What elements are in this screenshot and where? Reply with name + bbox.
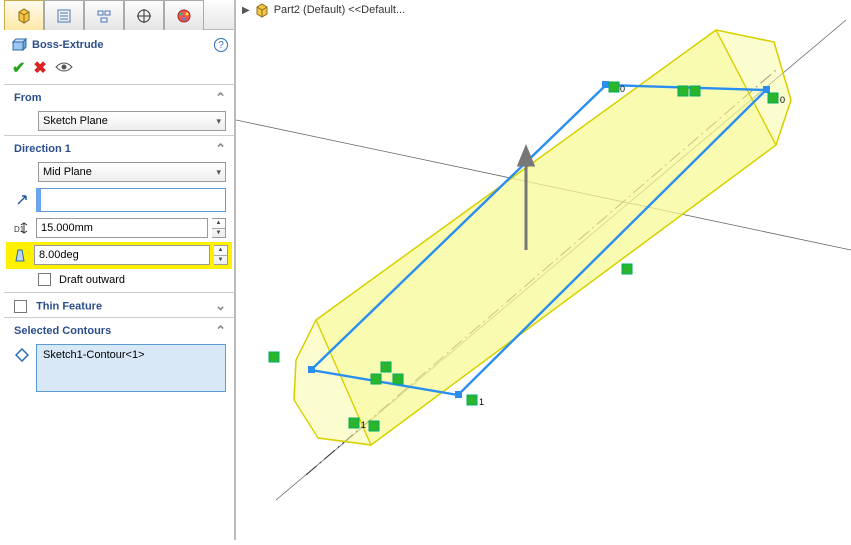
tab-dimxpert-manager[interactable] (124, 0, 164, 30)
svg-text:1: 1 (479, 397, 484, 407)
contour-icon (12, 348, 32, 362)
from-condition-value: Sketch Plane (43, 115, 108, 127)
help-icon[interactable]: ? (214, 38, 228, 52)
from-section: From ⌃ Sketch Plane ▾ (4, 85, 234, 136)
part-icon (254, 2, 270, 18)
thin-feature-checkbox[interactable] (14, 300, 27, 313)
direction-vector-field[interactable] (36, 188, 226, 212)
breadcrumb-text: Part2 (Default) <<Default... (274, 4, 405, 16)
selected-contours-header[interactable]: Selected Contours ⌃ (4, 318, 234, 342)
draft-angle-field[interactable]: 8.00deg (34, 245, 210, 265)
from-label: From (14, 92, 42, 104)
confirmation-row: ✔ ✖ (4, 56, 234, 85)
chevron-right-icon: ▶ (242, 5, 250, 16)
feature-title: Boss-Extrude (32, 39, 214, 51)
direction1-label: Direction 1 (14, 143, 71, 155)
direction1-end-condition-value: Mid Plane (43, 166, 92, 178)
cancel-button[interactable]: ✖ (33, 58, 46, 78)
depth-icon: D1 (12, 221, 32, 235)
model-preview: 0 0 1 1 (236, 0, 851, 542)
chevron-up-icon: ⌃ (215, 141, 226, 157)
chevron-up-icon: ⌃ (215, 90, 226, 106)
depth-field[interactable]: 15.000mm (36, 218, 208, 238)
svg-text:0: 0 (620, 84, 625, 94)
draft-angle-spinner[interactable]: ▲▼ (214, 245, 228, 265)
graphics-viewport[interactable]: ▶ Part2 (Default) <<Default... (236, 0, 851, 542)
svg-text:1: 1 (361, 420, 366, 430)
selected-contours-label: Selected Contours (14, 325, 111, 337)
feature-header: Boss-Extrude ? (4, 30, 234, 56)
draft-angle-value: 8.00deg (39, 249, 79, 261)
reverse-direction-icon[interactable] (12, 193, 32, 207)
list-icon (56, 8, 72, 24)
thin-feature-section: Thin Feature ⌄ (4, 293, 234, 318)
chevron-down-icon: ⌄ (215, 298, 226, 314)
direction1-end-condition-dropdown[interactable]: Mid Plane ▾ (38, 162, 226, 182)
draft-angle-highlight: 8.00deg ▲▼ (6, 242, 232, 269)
preview-toggle[interactable] (55, 60, 73, 76)
extrude-icon (10, 36, 28, 54)
panel-tabbar (4, 0, 234, 30)
cube-icon (15, 7, 33, 25)
depth-spinner[interactable]: ▲▼ (212, 218, 226, 238)
draft-icon[interactable] (10, 247, 30, 263)
contour-item[interactable]: Sketch1-Contour<1> (43, 349, 145, 361)
ok-button[interactable]: ✔ (12, 58, 25, 78)
chevron-up-icon: ⌃ (215, 323, 226, 339)
draft-outward-label: Draft outward (59, 274, 125, 286)
thin-feature-header[interactable]: Thin Feature ⌄ (4, 293, 234, 317)
target-icon (136, 8, 152, 24)
contours-list[interactable]: Sketch1-Contour<1> (36, 344, 226, 392)
selected-contours-section: Selected Contours ⌃ Sketch1-Contour<1> (4, 318, 234, 396)
thin-feature-label: Thin Feature (36, 300, 102, 312)
direction1-section: Direction 1 ⌃ Mid Plane ▾ D1 15.000mm ▲▼ (4, 136, 234, 293)
direction1-header[interactable]: Direction 1 ⌃ (4, 136, 234, 160)
tab-property-manager[interactable] (44, 0, 84, 30)
from-condition-dropdown[interactable]: Sketch Plane ▾ (38, 111, 226, 131)
tab-feature-manager[interactable] (4, 0, 44, 30)
draft-outward-checkbox[interactable] (38, 273, 51, 286)
appearance-icon (176, 8, 192, 24)
chevron-down-icon: ▾ (216, 167, 221, 178)
svg-text:0: 0 (780, 95, 785, 105)
breadcrumb[interactable]: ▶ Part2 (Default) <<Default... (242, 2, 405, 18)
property-manager-panel: Boss-Extrude ? ✔ ✖ From ⌃ Sketch Plane ▾… (4, 0, 236, 540)
tab-display-manager[interactable] (164, 0, 204, 30)
config-icon (96, 8, 112, 24)
depth-value: 15.000mm (41, 222, 93, 234)
chevron-down-icon: ▾ (216, 116, 221, 127)
eye-icon (55, 61, 73, 73)
from-section-header[interactable]: From ⌃ (4, 85, 234, 109)
tab-configuration-manager[interactable] (84, 0, 124, 30)
